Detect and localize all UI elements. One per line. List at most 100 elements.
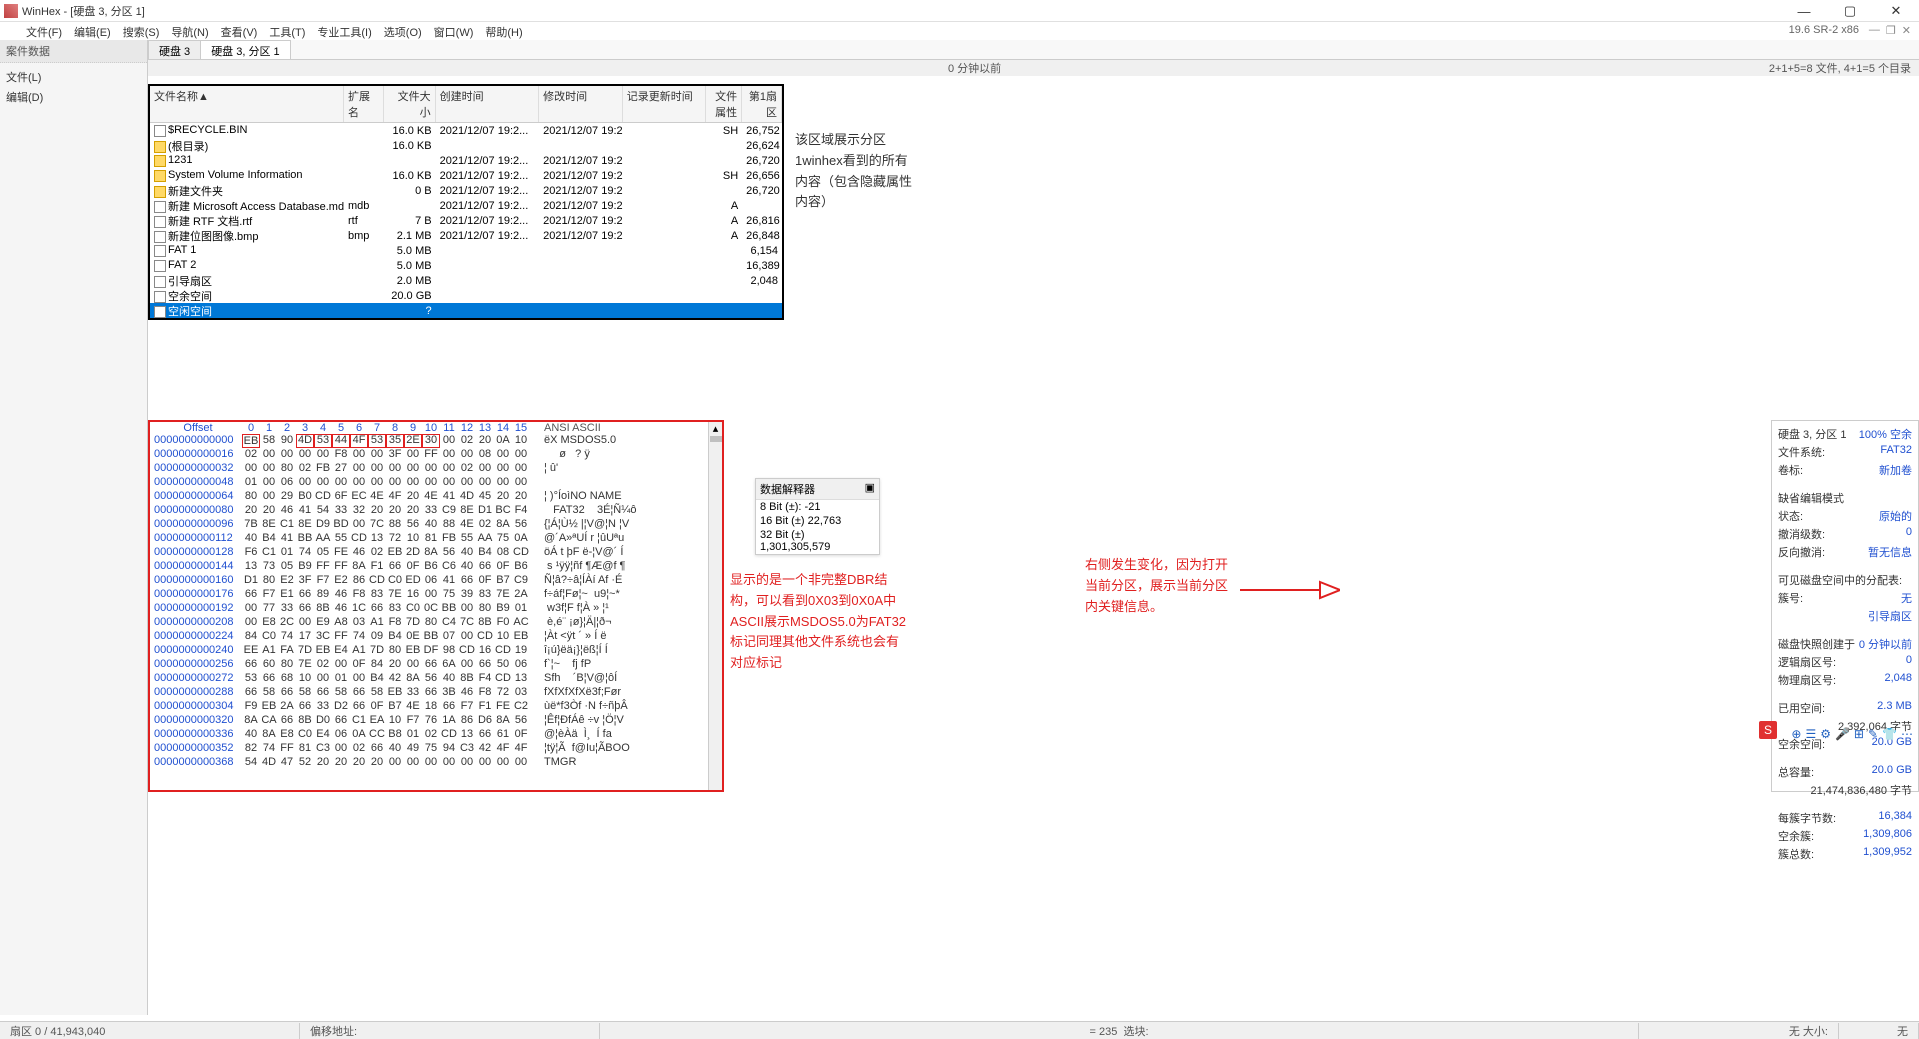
- hex-row[interactable]: 000000000022484C074173CFF7409B40EBB0700C…: [150, 630, 722, 644]
- annotation-panel-description: 该区域展示分区1winhex看到的所有内容（包含隐藏属性内容）: [795, 130, 915, 213]
- hex-row[interactable]: 0000000000368544D47522020202000000000000…: [150, 756, 722, 770]
- hex-row[interactable]: 00000000002566660807E02000F842000666A006…: [150, 658, 722, 672]
- hex-row[interactable]: 00000000000967B8EC18ED9BD007C885640884E0…: [150, 518, 722, 532]
- window-title: WinHex - [硬盘 3, 分区 1]: [22, 3, 145, 19]
- table-row[interactable]: (根目录) 16.0 KB 26,624: [150, 138, 782, 153]
- hex-row[interactable]: 00000000003208ACA668BD066C1EA10F7761A86D…: [150, 714, 722, 728]
- table-row[interactable]: 1231 2021/12/07 19:2...2021/12/07 19:2..…: [150, 153, 782, 168]
- menu-bar: 文件(F)编辑(E)搜索(S)导航(N)查看(V)工具(T)专业工具(I)选项(…: [0, 22, 1919, 42]
- hex-row[interactable]: 0000000000048010006000000000000000000000…: [150, 476, 722, 490]
- menu-1[interactable]: 编辑(E): [68, 22, 117, 42]
- mdi-close-icon[interactable]: ✕: [1902, 24, 1911, 37]
- tab-disk3[interactable]: 硬盘 3: [148, 40, 201, 59]
- close-button[interactable]: ✕: [1873, 0, 1919, 22]
- hex-row[interactable]: 00000000002886658665866586658EB33663B46F…: [150, 686, 722, 700]
- menu-3[interactable]: 导航(N): [165, 22, 214, 42]
- left-panel-header: 案件数据: [0, 40, 147, 63]
- hex-scrollbar[interactable]: ▴: [708, 422, 722, 790]
- info-count: 2+1+5=8 文件, 4+1=5 个目录: [1769, 60, 1919, 76]
- data-interpreter[interactable]: 数据解释器▣ 8 Bit (±): -21 16 Bit (±) 22,763 …: [755, 478, 880, 555]
- t4-icon[interactable]: 🎤: [1835, 727, 1850, 741]
- hex-row[interactable]: 000000000017666F7E1668946F8837E160075398…: [150, 588, 722, 602]
- t1-icon[interactable]: ⊕: [1791, 727, 1801, 741]
- hex-row[interactable]: 0000000000064800029B0CD6FEC4E4F204E414D4…: [150, 490, 722, 504]
- info-time: 0 分钟以前: [948, 60, 1001, 76]
- sidebar-tool-icons: ⊕ ☰ ⚙ 🎤 ⊞ ✎ 👕 ⋯: [1791, 727, 1913, 741]
- app-icon: [4, 4, 18, 18]
- maximize-button[interactable]: ▢: [1827, 0, 1873, 22]
- mdi-minimize-icon[interactable]: —: [1869, 24, 1880, 37]
- table-row[interactable]: 空余空间 20.0 GB: [150, 288, 782, 303]
- ime-indicator[interactable]: S: [1759, 721, 1777, 739]
- rp-partition: 硬盘 3, 分区 1: [1778, 426, 1846, 442]
- interpreter-title: 数据解释器: [760, 481, 815, 497]
- left-panel: 案件数据 文件(L) 编辑(D): [0, 40, 148, 1015]
- col-utime[interactable]: 记录更新时间: [623, 86, 707, 122]
- table-row[interactable]: $RECYCLE.BIN 16.0 KB 2021/12/07 19:2...2…: [150, 123, 782, 138]
- col-attr[interactable]: 文件属性: [706, 86, 742, 122]
- minimize-button[interactable]: —: [1781, 0, 1827, 22]
- table-row[interactable]: FAT 2 5.0 MB 16,389: [150, 258, 782, 273]
- status-offset: 偏移地址:: [300, 1023, 600, 1039]
- t2-icon[interactable]: ☰: [1805, 727, 1816, 741]
- hex-row[interactable]: 000000000027253666810000100B4428A56408BF…: [150, 672, 722, 686]
- hex-row[interactable]: 0000000000304F9EB2A6633D2660FB74E1866F7F…: [150, 700, 722, 714]
- col-size[interactable]: 文件大小: [384, 86, 436, 122]
- menu-9[interactable]: 帮助(H): [479, 22, 528, 42]
- t8-icon[interactable]: ⋯: [1901, 727, 1913, 741]
- title-bar: WinHex - [硬盘 3, 分区 1] — ▢ ✕: [0, 0, 1919, 22]
- menu-4[interactable]: 查看(V): [215, 22, 264, 42]
- version-label: 19.6 SR-2 x86: [1789, 24, 1859, 36]
- hex-row[interactable]: 0000000000336408AE8C0E4060ACCB80102CD136…: [150, 728, 722, 742]
- menu-0[interactable]: 文件(F): [20, 22, 68, 42]
- status-bar: 扇区 0 / 41,943,040 偏移地址: = 235 选块: 无 大小: …: [0, 1021, 1919, 1039]
- hex-row[interactable]: 0000000000144137305B9FFFF8AF1660FB6C6406…: [150, 560, 722, 574]
- rp-volume: 新加卷: [1879, 462, 1912, 478]
- table-row[interactable]: 新建 Microsoft Access Database.mdb mdb 202…: [150, 198, 782, 213]
- t5-icon[interactable]: ⊞: [1854, 727, 1864, 741]
- col-sect[interactable]: 第1扇区: [742, 86, 782, 122]
- table-row[interactable]: 新建文件夹 0 B 2021/12/07 19:2...2021/12/07 1…: [150, 183, 782, 198]
- interpreter-close-icon[interactable]: ▣: [865, 481, 875, 497]
- t6-icon[interactable]: ✎: [1868, 727, 1878, 741]
- menu-6[interactable]: 专业工具(I): [311, 22, 377, 42]
- left-item-edit[interactable]: 编辑(D): [6, 87, 141, 107]
- hex-ascii-label: ANSI ASCII: [544, 422, 601, 434]
- col-name[interactable]: 文件名称▲: [150, 86, 344, 122]
- col-mtime[interactable]: 修改时间: [539, 86, 623, 122]
- t7-icon[interactable]: 👕: [1882, 727, 1897, 741]
- file-table-header: 文件名称▲ 扩展名 文件大小 创建时间 修改时间 记录更新时间 文件属性 第1扇…: [150, 86, 782, 123]
- table-row[interactable]: 新建位图图像.bmp bmp2.1 MB 2021/12/07 19:2...2…: [150, 228, 782, 243]
- hex-row[interactable]: 0000000000192007733668B461C6683C00CBB008…: [150, 602, 722, 616]
- hex-row[interactable]: 00000000000160200000000F800003F00FF00000…: [150, 448, 722, 462]
- col-ext[interactable]: 扩展名: [344, 86, 384, 122]
- hex-row[interactable]: 00000000000802020464154333220202033C98ED…: [150, 504, 722, 518]
- hex-row[interactable]: 0000000000160D180E23FF7E286CDC0ED0641660…: [150, 574, 722, 588]
- tab-disk3-part1[interactable]: 硬盘 3, 分区 1: [200, 40, 290, 59]
- table-row[interactable]: 引导扇区 2.0 MB 2,048: [150, 273, 782, 288]
- table-row[interactable]: FAT 1 5.0 MB 6,154: [150, 243, 782, 258]
- t3-icon[interactable]: ⚙: [1820, 727, 1831, 741]
- hex-row[interactable]: 000000000020800E82C00E9A803A1F87D80C47C8…: [150, 616, 722, 630]
- hex-row[interactable]: 0000000000000EB58904D53444F53352E3000022…: [150, 434, 722, 448]
- menu-2[interactable]: 搜索(S): [117, 22, 166, 42]
- interp-8bit: 8 Bit (±): -21: [756, 500, 879, 514]
- menu-5[interactable]: 工具(T): [263, 22, 311, 42]
- table-row[interactable]: 空闲空间 ?: [150, 303, 782, 318]
- table-row[interactable]: System Volume Information 16.0 KB 2021/1…: [150, 168, 782, 183]
- hex-row[interactable]: 00000000003528274FF81C300026640497594C34…: [150, 742, 722, 756]
- hex-panel[interactable]: Offset 0123456789101112131415 ANSI ASCII…: [148, 420, 724, 792]
- col-ctime[interactable]: 创建时间: [436, 86, 540, 122]
- left-item-file[interactable]: 文件(L): [6, 67, 141, 87]
- mdi-restore-icon[interactable]: ❐: [1886, 24, 1896, 37]
- menu-8[interactable]: 窗口(W): [428, 22, 480, 42]
- hex-row[interactable]: 0000000000128F6C1017405FE4602EB2D8A5640B…: [150, 546, 722, 560]
- status-sector: 扇区 0 / 41,943,040: [0, 1023, 300, 1039]
- hex-row[interactable]: 000000000003200008002FB27000000000000020…: [150, 462, 722, 476]
- interp-16bit: 16 Bit (±) 22,763: [756, 514, 879, 528]
- menu-7[interactable]: 选项(O): [378, 22, 428, 42]
- table-row[interactable]: 新建 RTF 文档.rtf rtf7 B 2021/12/07 19:2...2…: [150, 213, 782, 228]
- hex-row[interactable]: 000000000011240B441BBAA55CD13721081FB55A…: [150, 532, 722, 546]
- file-table: 文件名称▲ 扩展名 文件大小 创建时间 修改时间 记录更新时间 文件属性 第1扇…: [148, 84, 784, 320]
- hex-row[interactable]: 0000000000240EEA1FA7DEBE4A17D80EBDF98CD1…: [150, 644, 722, 658]
